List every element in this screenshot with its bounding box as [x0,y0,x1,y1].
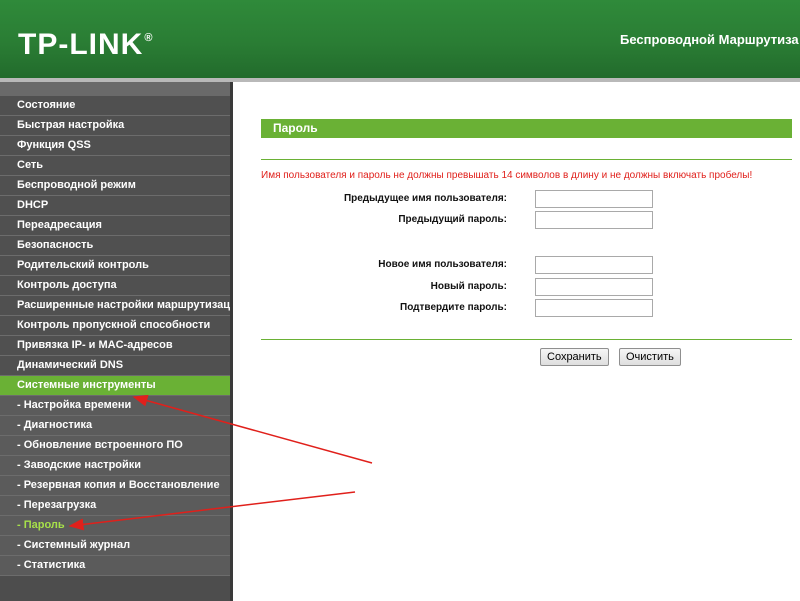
sidebar-item-forwarding[interactable]: Переадресация [0,216,230,236]
new-username-input[interactable] [535,256,653,274]
sidebar-item-access-control[interactable]: Контроль доступа [0,276,230,296]
sidebar-subitem-factory-defaults[interactable]: - Заводские настройки [0,456,230,476]
new-username-label: Новое имя пользователя: [378,259,507,270]
old-password-row: Предыдущий пароль: [233,211,800,231]
old-username-label: Предыдущее имя пользователя: [343,193,507,204]
top-header: TP-LINK® Беспроводной Маршрутиза [0,0,800,78]
sidebar: Состояние Быстрая настройка Функция QSS … [0,82,233,601]
brand-text: TP-LINK [18,28,144,61]
registered-mark-icon: ® [144,32,154,44]
clear-button[interactable]: Очистить [619,348,681,366]
sidebar-item-security[interactable]: Безопасность [0,236,230,256]
old-password-label: Предыдущий пароль: [398,214,507,225]
sidebar-subitem-time-settings[interactable]: - Настройка времени [0,396,230,416]
sidebar-item-dhcp[interactable]: DHCP [0,196,230,216]
sidebar-subitem-backup-restore[interactable]: - Резервная копия и Восстановление [0,476,230,496]
sidebar-subitem-diagnostics[interactable]: - Диагностика [0,416,230,436]
sidebar-subitem-statistics[interactable]: - Статистика [0,556,230,576]
sidebar-item-qss[interactable]: Функция QSS [0,136,230,156]
new-password-row: Новый пароль: [233,278,800,298]
sidebar-item-status[interactable]: Состояние [0,96,230,116]
sidebar-item-advanced-routing[interactable]: Расширенные настройки маршрутизации [0,296,230,316]
sidebar-item-dynamic-dns[interactable]: Динамический DNS [0,356,230,376]
sidebar-item-network[interactable]: Сеть [0,156,230,176]
sidebar-subitem-firmware-upgrade[interactable]: - Обновление встроенного ПО [0,436,230,456]
sidebar-top-spacer [0,82,230,96]
sidebar-item-quick-setup[interactable]: Быстрая настройка [0,116,230,136]
old-username-input[interactable] [535,190,653,208]
warning-message: Имя пользователя и пароль не должны прев… [261,170,753,181]
sidebar-subitem-reboot[interactable]: - Перезагрузка [0,496,230,516]
sidebar-subitem-system-log[interactable]: - Системный журнал [0,536,230,556]
old-username-row: Предыдущее имя пользователя: [233,190,800,210]
page-title: Пароль [261,119,792,138]
confirm-password-label: Подтвердите пароль: [400,302,507,313]
sidebar-item-system-tools[interactable]: Системные инструменты [0,376,230,396]
main-content: Пароль Имя пользователя и пароль не долж… [233,82,800,601]
confirm-password-input[interactable] [535,299,653,317]
sidebar-item-parental-control[interactable]: Родительский контроль [0,256,230,276]
old-password-input[interactable] [535,211,653,229]
new-password-label: Новый пароль: [430,281,507,292]
save-button[interactable]: Сохранить [540,348,609,366]
new-username-row: Новое имя пользователя: [233,256,800,276]
model-title: Беспроводной Маршрутиза [620,32,799,47]
bottom-divider [261,339,792,340]
sidebar-menu: Состояние Быстрая настройка Функция QSS … [0,96,230,576]
top-divider [261,159,792,160]
confirm-password-row: Подтвердите пароль: [233,299,800,319]
sidebar-item-ip-mac-binding[interactable]: Привязка IP- и MAC-адресов [0,336,230,356]
new-password-input[interactable] [535,278,653,296]
sidebar-item-wireless[interactable]: Беспроводной режим [0,176,230,196]
tp-link-logo: TP-LINK® [18,28,153,62]
sidebar-item-bandwidth-control[interactable]: Контроль пропускной способности [0,316,230,336]
sidebar-subitem-password[interactable]: - Пароль [0,516,230,536]
